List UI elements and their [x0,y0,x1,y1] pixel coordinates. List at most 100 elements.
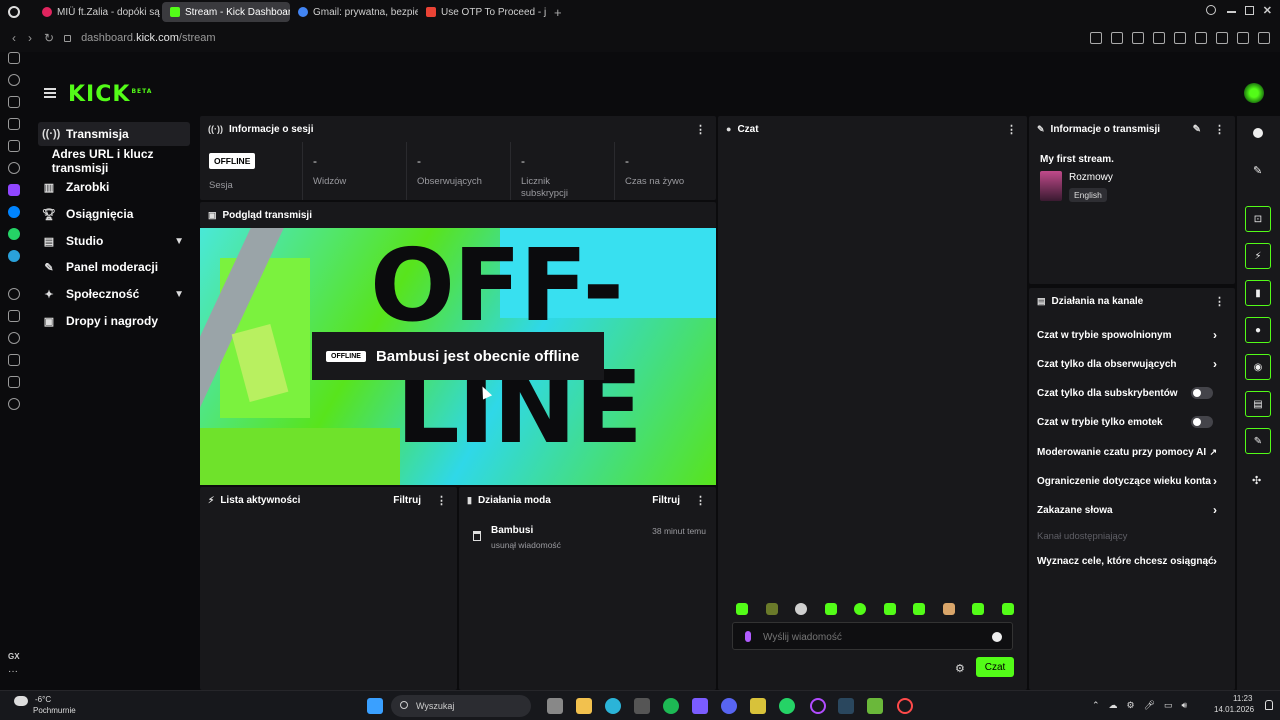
hamburger-menu-icon[interactable] [44,88,56,98]
subs-only-toggle[interactable] [1191,387,1213,399]
settings-icon[interactable] [8,398,20,410]
info-icon[interactable] [1253,128,1263,138]
news-icon[interactable] [8,118,20,130]
nav-item-dropy[interactable]: ▣ Dropy i nagrody [38,309,190,333]
channel-action-account-age[interactable]: Ograniczenie dotyczące wieku konta › [1029,467,1227,495]
back-icon[interactable]: ‹ [12,31,16,45]
forward-icon[interactable]: › [28,31,32,45]
minimize-icon[interactable] [1227,11,1236,13]
channel-action-followers-only[interactable]: Czat tylko dla obserwujących › [1029,350,1227,378]
apps-icon[interactable] [8,310,20,322]
rail-chat-icon[interactable]: ● [1245,317,1271,343]
more-options-icon[interactable]: ⋮ [695,123,706,136]
nav-item-transmisja[interactable]: ((·)) Transmisja [38,122,190,146]
cube-icon[interactable] [8,376,20,388]
chat-send-button[interactable]: Czat [976,657,1014,677]
browser-tab-active[interactable]: Stream - Kick Dashboard [162,2,290,22]
app-icon[interactable] [692,698,708,714]
screenshot-icon[interactable] [1111,32,1123,44]
channel-action-emote-only[interactable]: Czat w trybie tylko emotek [1029,408,1227,436]
nav-item-panel-moderacji[interactable]: ✎ Panel moderacji [38,255,190,279]
file-explorer-icon[interactable] [576,698,592,714]
channel-action-ai-moderation[interactable]: Moderowanie czatu przy pomocy AI ↗ [1029,438,1227,466]
rail-lightning-icon[interactable]: ⚡︎ [1245,243,1271,269]
channel-action-slow-mode[interactable]: Czat w trybie spowolnionym › [1029,321,1227,349]
rail-camera-icon[interactable]: ⊡ [1245,206,1271,232]
more-options-icon[interactable]: ⋮ [695,494,706,507]
taskbar-search[interactable]: Wyszukaj [391,695,531,717]
spotify-icon[interactable] [663,698,679,714]
emote-icon[interactable] [824,603,837,615]
download-icon[interactable] [1237,32,1249,44]
discord-icon[interactable] [721,698,737,714]
heart-icon[interactable] [1174,32,1186,44]
rail-wrench-icon[interactable]: ✎ [1245,428,1271,454]
opera-icon[interactable] [897,698,913,714]
telegram-icon[interactable] [8,250,20,262]
history-icon[interactable] [8,74,20,86]
more-icon[interactable]: ··· [8,666,18,677]
channel-action-banned-words[interactable]: Zakazane słowa › [1029,496,1227,524]
m-icon[interactable] [8,140,20,152]
play-icon[interactable] [1153,32,1165,44]
player-icon[interactable] [8,288,20,300]
star-app-icon[interactable] [750,698,766,714]
tray-icons[interactable]: ⌃☁⚙🎤︎▭🔊︎ [1092,700,1196,711]
extensions-icon[interactable] [1195,32,1207,44]
emote-icon[interactable] [854,603,866,615]
more-options-icon[interactable]: ⋮ [1214,123,1225,136]
chat-input-box[interactable] [732,622,1013,650]
channel-action-subs-only[interactable]: Czat tylko dla subskrybentów [1029,379,1227,407]
rail-mod-icon[interactable]: ▮ [1245,280,1271,306]
filter-button[interactable]: Filtruj [393,495,421,506]
opera-logo-icon[interactable] [8,6,20,18]
reload-icon[interactable]: ↻ [44,31,54,45]
bag-icon[interactable] [8,96,20,108]
emote-icon[interactable] [765,603,778,615]
emote-only-toggle[interactable] [1191,416,1213,428]
emote-icon[interactable] [942,603,955,615]
whatsapp-icon[interactable] [8,228,20,240]
chat-settings-icon[interactable]: ⚙︎ [955,662,965,675]
rail-broadcast-icon[interactable]: ◉ [1245,354,1271,380]
game-icon[interactable] [867,698,883,714]
browser-tab[interactable]: Gmail: prywatna, bezpieczn [290,2,418,22]
filter-button[interactable]: Filtruj [652,495,680,506]
task-view-icon[interactable] [547,698,563,714]
notification-icon[interactable] [1265,700,1273,710]
twitch-icon[interactable] [8,184,20,196]
maximize-icon[interactable] [1245,6,1254,15]
edit-icon[interactable]: ✎ [1193,124,1201,135]
nav-item-osiagniecia[interactable]: 🏆︎ Osiągnięcia [38,202,190,226]
more-options-icon[interactable]: ⋮ [436,494,447,507]
emote-icon[interactable] [736,603,748,615]
discord-icon[interactable] [8,162,20,174]
pin-icon[interactable] [1090,32,1102,44]
browser-tab[interactable]: MIÜ ft.Zalia - dopóki są [34,2,162,22]
browser-tab[interactable]: Use OTP To Proceed - jakie [418,2,546,22]
user-avatar[interactable] [1244,83,1264,103]
camera-icon[interactable] [1132,32,1144,44]
edge-icon[interactable] [605,698,621,714]
kick-logo[interactable]: KICKBETA [68,82,152,107]
vpn-icon[interactable] [1216,32,1228,44]
nav-item-studio[interactable]: ▤ Studio ▼ [38,229,190,253]
clock-icon[interactable] [8,332,20,344]
weather-icon[interactable] [14,696,28,706]
search-icon[interactable] [1206,5,1216,15]
whatsapp-icon[interactable] [779,698,795,714]
close-icon[interactable]: ✕ [1263,4,1272,17]
more-options-icon[interactable]: ⋮ [1006,123,1017,136]
emote-icon[interactable] [1001,603,1014,615]
more-options-icon[interactable]: ⋮ [1214,295,1225,308]
nav-item-spolecznosc[interactable]: ✦ Społeczność ▼ [38,282,190,306]
nav-item-stream-key[interactable]: Adres URL i klucz transmisji [38,147,210,175]
store-icon[interactable] [634,698,650,714]
steam-icon[interactable] [838,698,854,714]
menu-icon[interactable] [1258,32,1270,44]
messenger-icon[interactable] [8,206,20,218]
downloads-icon[interactable] [8,354,20,366]
emote-icon[interactable] [795,603,807,615]
nav-item-zarobki[interactable]: ▥ Zarobki [38,175,190,199]
add-widget-icon[interactable]: ✣ [1252,474,1261,487]
